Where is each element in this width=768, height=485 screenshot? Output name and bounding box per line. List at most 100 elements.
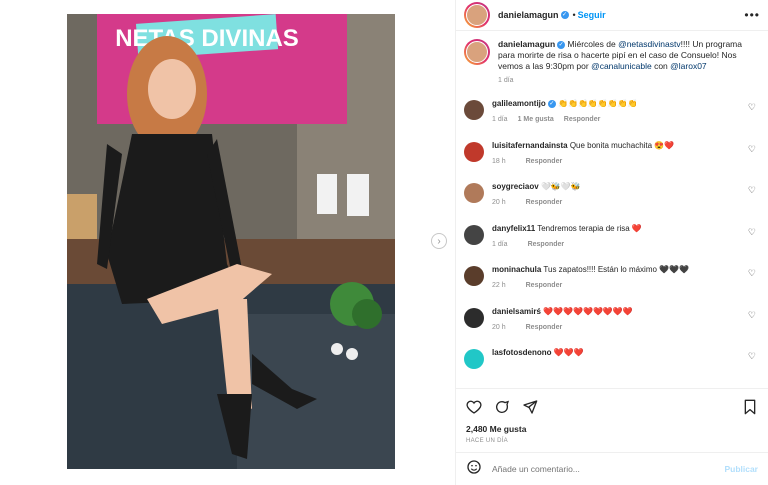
comment-row: moninachula Tus zapatos!!!! Están lo máx… xyxy=(464,264,760,306)
comment-username[interactable]: lasfotosdenono xyxy=(492,348,552,357)
comment-like-icon[interactable]: ♡ xyxy=(748,268,756,279)
comment-body: danielsamirś ❤️❤️❤️❤️❤️❤️❤️❤️❤️ 20 h Respo… xyxy=(492,306,732,348)
comment-avatar[interactable] xyxy=(464,349,484,369)
reply-button[interactable]: Responder xyxy=(528,239,565,250)
comment-like-icon[interactable]: ♡ xyxy=(748,227,756,238)
next-image-button[interactable]: › xyxy=(431,233,447,249)
comment-username[interactable]: moninachula xyxy=(492,265,541,274)
comment-avatar[interactable] xyxy=(464,183,484,203)
comment-time[interactable]: 18 h xyxy=(492,156,506,167)
post-actions xyxy=(456,388,768,424)
caption-avatar[interactable] xyxy=(464,39,490,65)
comment-likes[interactable]: 1 Me gusta xyxy=(518,114,554,125)
instagram-post-modal: NETAS DIVINAS › danielamagun ✓ • Seguir … xyxy=(0,0,768,485)
comment-meta: 22 h Responder xyxy=(492,280,732,291)
post-photo[interactable]: NETAS DIVINAS xyxy=(67,14,395,469)
mention-link[interactable]: @larox07 xyxy=(670,61,707,71)
comment-body: danyfelix11 Tendremos terapia de risa ❤️… xyxy=(492,223,732,265)
comment-body: galileamontijo ✓ 👏👏👏👏👏👏👏👏 1 día 1 Me gusta R… xyxy=(492,98,732,140)
comment-icon[interactable] xyxy=(494,399,510,415)
reply-button[interactable]: Responder xyxy=(526,280,563,291)
comment-username[interactable]: luisitafernandainsta xyxy=(492,141,568,150)
reply-button[interactable]: Responder xyxy=(526,322,563,333)
comment-text: Tendremos terapia de risa ❤️ xyxy=(537,223,642,233)
comment-body: moninachula Tus zapatos!!!! Están lo máx… xyxy=(492,264,732,306)
comment-text: Que bonita muchachita 😍❤️ xyxy=(569,140,675,150)
comment-text: Tus zapatos!!!! Están lo máximo 🖤🖤🖤 xyxy=(543,265,690,274)
comment-text: ❤️❤️❤️ xyxy=(553,348,584,357)
mention-link[interactable]: @netasdivinastv xyxy=(618,39,681,49)
comment-like-icon[interactable]: ♡ xyxy=(748,310,756,321)
likes-count[interactable]: 2,480 Me gusta xyxy=(456,424,768,438)
comment-row: galileamontijo ✓ 👏👏👏👏👏👏👏👏 1 día 1 Me gusta R… xyxy=(464,98,760,140)
comment-username[interactable]: soygreciaov xyxy=(492,182,539,191)
caption-part: con xyxy=(651,61,671,71)
more-options-icon[interactable]: ••• xyxy=(744,8,760,22)
verified-badge-icon: ✓ xyxy=(557,40,566,49)
post-caption: danielamagun ✓ Miércoles de @netasdivinas… xyxy=(464,39,760,84)
comment-avatar[interactable] xyxy=(464,141,484,162)
comment-username[interactable]: danyfelix11 xyxy=(492,224,535,233)
verified-badge-icon: ✓ xyxy=(547,99,556,108)
follow-button[interactable]: Seguir xyxy=(578,10,606,20)
reply-button[interactable]: Responder xyxy=(526,156,563,167)
comment-like-icon[interactable]: ♡ xyxy=(748,351,756,362)
caption-time[interactable]: 1 día xyxy=(498,77,514,84)
comment-time[interactable]: 1 día xyxy=(492,239,508,250)
comment-avatar[interactable] xyxy=(464,224,484,245)
comment-time[interactable]: 20 h xyxy=(492,322,506,333)
add-comment-bar: Publicar xyxy=(456,452,768,485)
comment-time[interactable]: 22 h xyxy=(492,280,506,291)
comment-meta: 1 día 1 Me gusta Responder xyxy=(492,114,732,125)
reply-button[interactable]: Responder xyxy=(526,197,563,208)
caption-text: danielamagun ✓ Miércoles de @netasdivinas… xyxy=(498,39,746,72)
comment-like-icon[interactable]: ♡ xyxy=(748,144,756,155)
comment-text: ❤️❤️❤️❤️❤️❤️❤️❤️❤️ xyxy=(543,306,633,316)
comment-row: danielsamirś ❤️❤️❤️❤️❤️❤️❤️❤️❤️ 20 h Respo… xyxy=(464,306,760,348)
comment-text: 👏👏👏👏👏👏👏👏 xyxy=(558,99,638,108)
caption-part: Miércoles de xyxy=(565,39,619,49)
comment-body: lasfotosdenono ❤️❤️❤️ xyxy=(492,347,732,388)
verified-badge-icon: ✓ xyxy=(560,11,569,19)
comment-meta: 18 h Responder xyxy=(492,156,732,167)
comment-like-icon[interactable]: ♡ xyxy=(748,102,756,113)
comment-meta: 20 h Responder xyxy=(492,197,732,208)
emoji-icon[interactable] xyxy=(466,459,482,480)
post-header: danielamagun ✓ • Seguir ••• xyxy=(456,0,768,31)
publish-button[interactable]: Publicar xyxy=(724,464,758,474)
comment-username[interactable]: galileamontijo xyxy=(492,99,546,108)
comment-body: luisitafernandainsta Que bonita muchachi… xyxy=(492,140,732,182)
comments-list[interactable]: danielamagun ✓ Miércoles de @netasdivinas… xyxy=(456,31,768,388)
heart-icon[interactable] xyxy=(466,399,482,415)
comment-row: soygreciaov 🤍🐝🤍🐝 20 h Responder ♡ xyxy=(464,181,760,223)
post-photo-illustration: NETAS DIVINAS xyxy=(67,14,395,469)
media-area: NETAS DIVINAS › xyxy=(0,0,455,485)
comment-text: 🤍🐝🤍🐝 xyxy=(540,182,581,191)
mention-link[interactable]: @canalunicable xyxy=(591,61,652,71)
share-icon[interactable] xyxy=(522,399,538,415)
post-side-panel: danielamagun ✓ • Seguir ••• danielamagun… xyxy=(455,0,768,485)
comment-avatar[interactable] xyxy=(464,266,484,286)
comment-row: luisitafernandainsta Que bonita muchachi… xyxy=(464,140,760,182)
comment-body: soygreciaov 🤍🐝🤍🐝 20 h Responder xyxy=(492,181,732,223)
post-date: HACE UN DÍA xyxy=(466,438,508,444)
comment-input[interactable] xyxy=(492,464,715,474)
comment-avatar[interactable] xyxy=(464,100,484,120)
author-username[interactable]: danielamagun xyxy=(498,10,559,20)
comment-avatar[interactable] xyxy=(464,307,484,328)
author-avatar[interactable] xyxy=(464,2,490,28)
caption-username[interactable]: danielamagun xyxy=(498,39,555,49)
comment-time[interactable]: 20 h xyxy=(492,197,506,208)
caption-meta: 1 día xyxy=(498,77,746,84)
comment-row: lasfotosdenono ❤️❤️❤️ ♡ xyxy=(464,347,760,388)
chevron-right-icon: › xyxy=(437,235,441,247)
comment-row: danyfelix11 Tendremos terapia de risa ❤️… xyxy=(464,223,760,265)
comment-username[interactable]: danielsamirś xyxy=(492,307,541,316)
bookmark-icon[interactable] xyxy=(742,399,758,415)
separator-dot: • xyxy=(572,10,576,20)
comment-like-icon[interactable]: ♡ xyxy=(748,185,756,196)
comment-time[interactable]: 1 día xyxy=(492,114,508,125)
comment-meta: 1 día Responder xyxy=(492,239,732,250)
comment-meta: 20 h Responder xyxy=(492,322,732,333)
reply-button[interactable]: Responder xyxy=(564,114,601,125)
